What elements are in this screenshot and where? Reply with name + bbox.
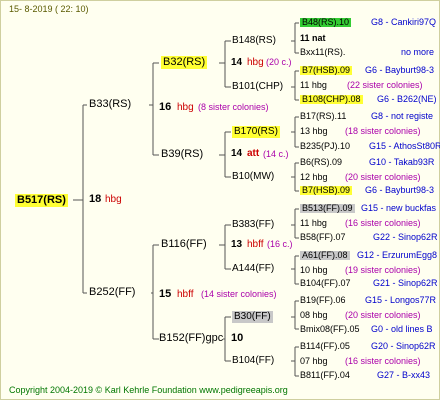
gen3-6[interactable]: B30(FF) xyxy=(232,311,273,323)
gen4-12-right: G15 - new buckfas xyxy=(361,203,437,213)
gen3-3[interactable]: B10(MW) xyxy=(232,172,274,182)
gen4-7: 13 hbg xyxy=(300,126,328,136)
gen1-bottom-hbg: hbff xyxy=(177,289,194,300)
gen4-8-right: G15 - AthosSt80R xyxy=(369,141,440,151)
gen4-20-right: G0 - old lines B xyxy=(371,324,433,334)
copyright-footer: Copyright 2004-2019 © Karl Kehrle Founda… xyxy=(9,385,288,395)
gen3-2[interactable]: B170(RS) xyxy=(232,126,280,138)
gen4-9-right: G10 - Takab93R xyxy=(369,157,435,167)
gen1-top-score: 16 xyxy=(159,101,172,113)
root-colony[interactable]: B517(RS) xyxy=(15,194,68,207)
gen4-13-right: (16 sister colonies) xyxy=(345,218,421,228)
gen4-9[interactable]: B6(RS).09 xyxy=(300,158,342,167)
gen4-21[interactable]: B114(FF).05 xyxy=(300,342,350,351)
gen4-3[interactable]: B7(HSB).09 xyxy=(300,66,353,75)
gen4-18-right: G15 - Longos77R xyxy=(365,295,437,305)
gen2-2-score: 13 xyxy=(231,239,243,250)
gen4-17[interactable]: B104(FF).07 xyxy=(300,279,351,288)
pedigree-panel: 15- 8-2019 ( 22: 10) B517(RS) 18 hbg B33… xyxy=(0,0,440,400)
gen4-19-right: (20 sister colonies) xyxy=(345,310,421,320)
gen2-2[interactable]: B116(FF) xyxy=(161,239,207,250)
gen4-2[interactable]: Bxx11(RS). xyxy=(300,48,345,57)
gen1-top-note: (8 sister colonies) xyxy=(198,102,269,112)
gen3-4[interactable]: B383(FF) xyxy=(232,220,274,230)
gen4-16-right: (19 sister colonies) xyxy=(345,265,421,275)
gen4-10-right: (20 sister colonies) xyxy=(345,172,421,182)
gen4-4: 11 hbg xyxy=(300,80,327,90)
gen2-0[interactable]: B32(RS) xyxy=(161,56,208,69)
gen4-5[interactable]: B108(CHP).08 xyxy=(300,95,363,104)
gen4-1: 11 nat xyxy=(300,33,326,43)
gen2-0-hbg: hbg xyxy=(247,57,264,68)
gen2-1-note: (14 c.) xyxy=(263,149,289,159)
gen4-6[interactable]: B17(RS).11 xyxy=(300,112,346,121)
gen4-5-right: G6 - B262(NE) xyxy=(377,94,437,104)
gen2-2-hbg: hbff xyxy=(247,239,264,250)
gen4-14-right: G22 - Sinop62R xyxy=(373,232,438,242)
gen4-11[interactable]: B7(HSB).09 xyxy=(300,186,353,195)
gen4-0[interactable]: B48(RS).10 xyxy=(300,18,352,27)
gen1-top[interactable]: B33(RS) xyxy=(89,99,131,110)
gen4-20[interactable]: Bmix08(FF).05 xyxy=(300,325,360,334)
gen3-0[interactable]: B148(RS) xyxy=(232,36,276,46)
gen2-1-hbg: att xyxy=(247,148,260,159)
gen2-3-score: 10 xyxy=(231,332,244,344)
gen3-1[interactable]: B101(CHP) xyxy=(232,82,283,92)
gen2-2-note: (16 c.) xyxy=(267,239,293,249)
gen4-16: 10 hbg xyxy=(300,265,328,275)
gen4-23[interactable]: B811(FF).04 xyxy=(300,371,350,380)
gen2-1-score: 14 xyxy=(231,148,243,159)
gen4-18[interactable]: B19(FF).06 xyxy=(300,296,346,305)
gen4-8[interactable]: B235(PJ).10 xyxy=(300,142,350,151)
gen4-22: 07 hbg xyxy=(300,356,328,366)
gen4-14[interactable]: B58(FF).07 xyxy=(300,233,346,242)
gen4-17-right: G21 - Sinop62R xyxy=(373,278,438,288)
gen4-2-right: no more xyxy=(401,47,435,57)
gen4-23-right: G27 - B-xx43 xyxy=(377,370,431,380)
gen4-0-right: G8 - Cankiri97Q xyxy=(371,17,437,27)
root-score: 18 xyxy=(89,193,102,205)
gen4-11-right: G6 - Bayburt98-3 xyxy=(365,185,435,195)
gen4-21-right: G20 - Sinop62R xyxy=(371,341,436,351)
gen3-7[interactable]: B104(FF) xyxy=(232,356,274,366)
gen3-5[interactable]: A144(FF) xyxy=(232,264,274,274)
gen1-bottom-score: 15 xyxy=(159,288,172,300)
gen4-4-right: (22 sister colonies) xyxy=(347,80,423,90)
gen4-7-right: (18 sister colonies) xyxy=(345,126,421,136)
gen2-1[interactable]: B39(RS) xyxy=(161,149,203,160)
gen4-22-right: (16 sister colonies) xyxy=(345,356,421,366)
timestamp: 15- 8-2019 ( 22: 10) xyxy=(9,4,89,14)
gen1-bottom[interactable]: B252(FF) xyxy=(89,287,135,298)
gen4-10: 12 hbg xyxy=(300,172,328,182)
gen4-15[interactable]: A61(FF).08 xyxy=(300,251,350,260)
gen4-3-right: G6 - Bayburt98-3 xyxy=(365,65,435,75)
gen2-0-note: (20 c.) xyxy=(266,57,292,67)
gen4-13: 11 hbg xyxy=(300,218,327,228)
gen2-0-score: 14 xyxy=(231,57,243,68)
gen2-3[interactable]: B152(FF)gpc xyxy=(159,333,223,344)
gen4-19: 08 hbg xyxy=(300,310,328,320)
gen1-top-hbg: hbg xyxy=(177,102,194,113)
gen4-6-right: G8 - not registe xyxy=(371,111,434,121)
gen4-15-right: G12 - ErzurumEgg8 xyxy=(357,250,438,260)
gen4-12[interactable]: B513(FF).09 xyxy=(300,204,355,213)
root-hbg: hbg xyxy=(105,194,122,205)
gen1-bottom-note: (14 sister colonies) xyxy=(201,289,277,299)
